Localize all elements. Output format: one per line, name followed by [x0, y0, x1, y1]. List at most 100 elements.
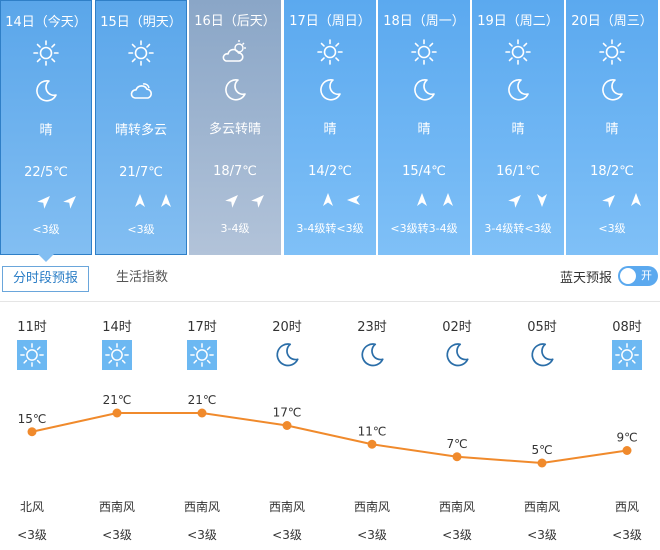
temperature-label: 21℃: [103, 393, 132, 407]
moon-icon: [504, 76, 532, 104]
arrow-south-icon: [524, 191, 547, 209]
temperature-point: [537, 458, 547, 468]
arrow-northeast-icon: [215, 191, 238, 209]
day-date: 20日（周三）: [571, 14, 653, 29]
day-wind-level: 3-4级转<3级: [484, 222, 552, 235]
hour-wind-level: <3级: [612, 528, 642, 542]
hour-wind-direction: 北风: [19, 500, 44, 514]
hour-wind-level: <3级: [272, 528, 302, 542]
hour-wind-level: <3级: [102, 528, 132, 542]
sun-icon: [410, 38, 438, 66]
day-date: 18日（周一）: [383, 14, 465, 29]
temperature-label: 7℃: [446, 437, 467, 451]
day-temperature: 18/2℃: [590, 164, 634, 179]
arrow-northeast-icon: [27, 192, 50, 210]
wind-direction: [189, 191, 281, 211]
hour-wind-direction: 西风: [614, 500, 639, 514]
day-weather-desc: 晴: [417, 122, 431, 137]
temperature-point: [197, 408, 207, 418]
day-weather-desc: 晴: [511, 122, 525, 137]
arrow-northeast-icon: [53, 192, 76, 210]
day-date: 19日（周二）: [477, 14, 559, 29]
day-card[interactable]: 20日（周三） 晴 18/2℃ <3级: [566, 0, 658, 255]
arrow-north-icon: [122, 192, 145, 210]
arrow-northeast-icon: [498, 191, 521, 209]
moon-icon: [598, 76, 626, 104]
day-card[interactable]: 15日（明天） 晴转多云 21/7℃ <3级: [95, 0, 187, 255]
hour-wind-level: <3级: [357, 528, 387, 542]
wind-direction: [566, 191, 658, 211]
selected-caret: [38, 254, 54, 262]
moon-icon: [527, 340, 557, 370]
temperature-label: 17℃: [273, 406, 302, 420]
moon-icon: [357, 340, 387, 370]
day-wind-level: 3-4级: [220, 222, 250, 235]
moon-icon: [272, 340, 302, 370]
wind-direction: [96, 192, 186, 212]
day-date: 17日（周日）: [289, 14, 371, 29]
arrow-northeast-icon: [592, 191, 615, 209]
sun-icon: [127, 39, 155, 67]
day-card[interactable]: 14日（今天） 晴 22/5℃ <3级: [0, 0, 92, 262]
day-temperature: 21/7℃: [119, 165, 163, 180]
day-wind-level: <3级转3-4级: [390, 222, 458, 235]
tab-life-index[interactable]: 生活指数: [106, 266, 178, 292]
partly-cloudy-icon: [221, 38, 249, 66]
sun-icon: [32, 39, 60, 67]
hour-label: 14时: [102, 320, 132, 335]
temperature-point: [367, 439, 377, 449]
day-weather-desc: 晴: [605, 122, 619, 137]
day-card[interactable]: 17日（周日） 晴 14/2℃ 3-4级转<3级: [284, 0, 376, 255]
arrow-west-icon: [336, 191, 360, 209]
tab-bar: 分时段预报 生活指数 蓝天预报 开: [0, 262, 660, 302]
day-card[interactable]: 16日（后天） 多云转晴 18/7℃ 3-4级: [189, 0, 281, 255]
arrow-north-icon: [618, 191, 641, 209]
sun-icon: [504, 38, 532, 66]
cloud-icon: [127, 77, 155, 105]
arrow-north-icon: [148, 192, 171, 210]
arrow-northeast-icon: [241, 191, 264, 209]
temperature-label: 5℃: [531, 443, 552, 457]
hour-wind-direction: 西南风: [353, 500, 390, 514]
temperature-label: 15℃: [18, 412, 47, 426]
sun-icon: [187, 340, 217, 370]
tab-hourly-forecast[interactable]: 分时段预报: [2, 266, 90, 292]
sun-icon: [598, 38, 626, 66]
hour-label: 02时: [442, 320, 472, 335]
moon-icon: [32, 77, 60, 105]
day-wind-level: 3-4级转<3级: [296, 222, 364, 235]
day-date: 15日（明天）: [100, 15, 182, 30]
temperature-label: 11℃: [358, 424, 387, 438]
sun-icon: [316, 38, 344, 66]
day-weather-desc: 晴转多云: [114, 123, 167, 138]
day-date: 14日（今天）: [5, 15, 87, 30]
wind-direction: [378, 191, 470, 211]
arrow-north-icon: [310, 191, 333, 209]
hour-wind-direction: 西南风: [98, 500, 135, 514]
daily-forecast-strip: 14日（今天） 晴 22/5℃ <3级 15日（明天） 晴转多云 21/7℃ <3级 16日（后…: [0, 0, 660, 262]
sun-icon: [17, 340, 47, 370]
hour-wind-direction: 西南风: [523, 500, 560, 514]
day-date: 16日（后天）: [194, 14, 276, 29]
arrow-north-icon: [404, 191, 427, 209]
temperature-label: 21℃: [188, 393, 217, 407]
blue-sky-toggle[interactable]: 开: [618, 266, 658, 286]
day-temperature: 14/2℃: [308, 164, 352, 179]
temperature-point: [112, 408, 122, 418]
temperature-point: [622, 446, 632, 455]
hour-label: 11时: [17, 320, 47, 335]
arrow-north-icon: [430, 191, 453, 209]
day-card[interactable]: 18日（周一） 晴 15/4℃ <3级转3-4级: [378, 0, 470, 255]
day-temperature: 16/1℃: [496, 164, 540, 179]
day-weather-desc: 晴: [39, 123, 53, 138]
wind-direction: [284, 191, 376, 211]
hour-label: 05时: [527, 320, 557, 335]
hourly-forecast: 15℃ 21℃ 21℃ 17℃ 11℃ 7℃ 5℃ 9℃ 11时 北风 <3级 14时 西南风 <3级 1…: [0, 304, 660, 550]
wind-direction: [472, 191, 564, 211]
day-wind-level: <3级: [32, 223, 60, 236]
day-card[interactable]: 19日（周二） 晴 16/1℃ 3-4级转<3级: [472, 0, 564, 255]
hour-wind-level: <3级: [442, 528, 472, 542]
moon-icon: [442, 340, 472, 370]
day-temperature: 18/7℃: [213, 164, 257, 179]
moon-icon: [316, 76, 344, 104]
